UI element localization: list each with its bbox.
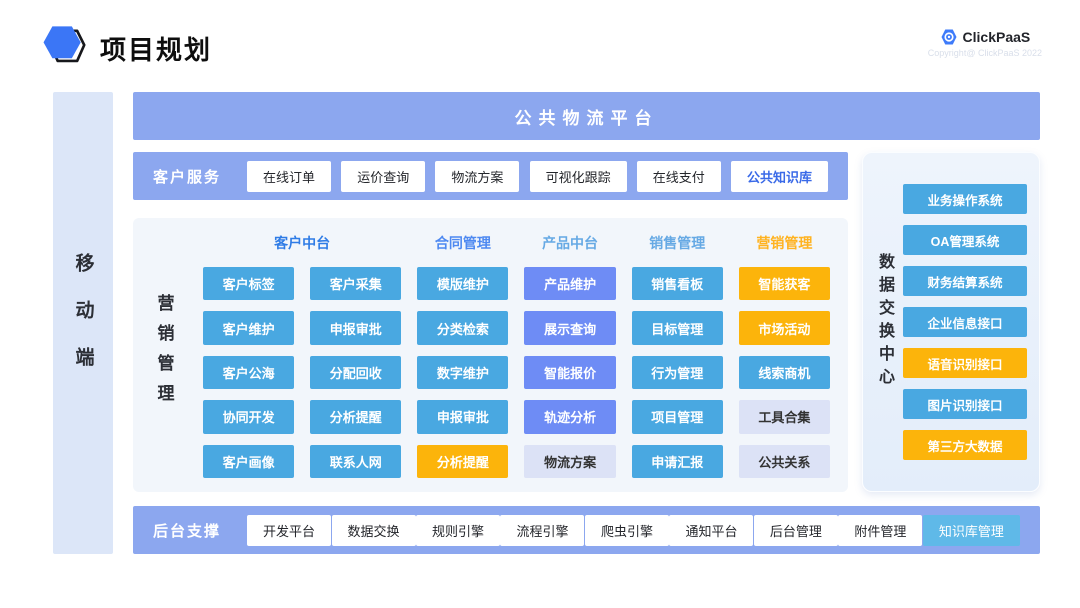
matrix-cell: 客户公海 xyxy=(203,356,294,389)
matrix-cell: 物流方案 xyxy=(524,445,615,478)
matrix-cell: 客户维护 xyxy=(203,311,294,344)
matrix-side-label: 营销管理 xyxy=(152,294,177,414)
page-header: 项目规划 ClickPaaS Copyright@ ClickPaaS 2022 xyxy=(0,0,1080,90)
diagram-body: 移动端 公共物流平台 客户服务 在线订单 运价查询 物流方案 可视化跟踪 xyxy=(53,92,1040,554)
matrix-cell: 智能获客 xyxy=(739,267,830,300)
column-header-sales-mgmt: 销售管理 xyxy=(632,230,723,256)
matrix-cell: 销售看板 xyxy=(632,267,723,300)
node-enterprise-info-api: 企业信息接口 xyxy=(903,307,1027,337)
backend-support-buttons: 开发平台 数据交换 规则引擎 流程引擎 爬虫引擎 通知平台 后台管理 附件管理 … xyxy=(247,515,1020,546)
matrix-cell: 展示查询 xyxy=(524,311,615,344)
matrix-cell: 申报审批 xyxy=(310,311,401,344)
node-visual-tracking: 可视化跟踪 xyxy=(530,161,627,192)
matrix-cell: 数字维护 xyxy=(417,356,508,389)
data-exchange-panel: 数据交换中心 业务操作系统 OA管理系统 财务结算系统 企业信息接口 语音识别接… xyxy=(862,152,1040,492)
node-process-engine: 流程引擎 xyxy=(500,515,584,546)
node-crawler-engine: 爬虫引擎 xyxy=(585,515,669,546)
left-column: 客户服务 在线订单 运价查询 物流方案 可视化跟踪 在线支付 公共知识库 xyxy=(133,152,848,492)
matrix-cell: 行为管理 xyxy=(632,356,723,389)
brand-name: ClickPaaS xyxy=(963,29,1031,45)
matrix-cell: 工具合集 xyxy=(739,400,830,433)
data-exchange-items: 业务操作系统 OA管理系统 财务结算系统 企业信息接口 语音识别接口 图片识别接… xyxy=(903,167,1027,477)
column-header-contract-mgmt: 合同管理 xyxy=(417,230,508,256)
node-notify-platform: 通知平台 xyxy=(669,515,753,546)
node-data-exchange: 数据交换 xyxy=(332,515,416,546)
capability-matrix: 营销管理 客户中台 合同管理 产品中台 销售管理 营销管理 客户标签 客户采集 … xyxy=(133,218,848,492)
node-thirdparty-bigdata: 第三方大数据 xyxy=(903,430,1027,460)
backend-support-strip: 后台支撑 开发平台 数据交换 规则引擎 流程引擎 爬虫引擎 通知平台 后台管理 … xyxy=(133,506,1040,554)
platform-banner-title: 公共物流平台 xyxy=(515,104,659,129)
column-header-customer-platform: 客户中台 xyxy=(203,230,401,256)
matrix-cell: 客户采集 xyxy=(310,267,401,300)
node-logistics-plan: 物流方案 xyxy=(435,161,519,192)
node-online-payment: 在线支付 xyxy=(637,161,721,192)
node-rule-engine: 规则引擎 xyxy=(416,515,500,546)
node-image-recog-api: 图片识别接口 xyxy=(903,389,1027,419)
matrix-cell: 轨迹分析 xyxy=(524,400,615,433)
data-exchange-label: 数据交换中心 xyxy=(872,253,896,391)
node-online-order: 在线订单 xyxy=(247,161,331,192)
customer-service-label: 客户服务 xyxy=(153,166,221,187)
node-public-knowledge: 公共知识库 xyxy=(731,161,828,192)
customer-service-buttons: 在线订单 运价查询 物流方案 可视化跟踪 在线支付 公共知识库 xyxy=(247,161,828,192)
node-business-op-system: 业务操作系统 xyxy=(903,184,1027,214)
hexagon-logo-icon xyxy=(40,22,86,68)
node-voice-recog-api: 语音识别接口 xyxy=(903,348,1027,378)
node-dev-platform: 开发平台 xyxy=(247,515,331,546)
platform-banner: 公共物流平台 xyxy=(133,92,1040,140)
mobile-rail: 移动端 xyxy=(53,92,113,554)
node-freight-query: 运价查询 xyxy=(341,161,425,192)
data-exchange-label-wrap: 数据交换中心 xyxy=(871,167,897,477)
node-backend-mgmt: 后台管理 xyxy=(754,515,838,546)
node-knowledge-mgmt: 知识库管理 xyxy=(923,515,1020,546)
clickpaas-logo-icon xyxy=(940,28,958,46)
node-oa-system: OA管理系统 xyxy=(903,225,1027,255)
matrix-cell: 客户画像 xyxy=(203,445,294,478)
matrix-cell: 联系人网 xyxy=(310,445,401,478)
column-header-marketing-mgmt: 营销管理 xyxy=(739,230,830,256)
middle-section: 客户服务 在线订单 运价查询 物流方案 可视化跟踪 在线支付 公共知识库 xyxy=(133,152,1040,492)
matrix-cell: 申报审批 xyxy=(417,400,508,433)
mobile-rail-label: 移动端 xyxy=(70,253,97,394)
matrix-cell: 市场活动 xyxy=(739,311,830,344)
matrix-cell: 分析提醒 xyxy=(417,445,508,478)
column-header-product-platform: 产品中台 xyxy=(524,230,615,256)
matrix-side-label-wrap: 营销管理 xyxy=(141,230,187,478)
matrix-cell: 协同开发 xyxy=(203,400,294,433)
backend-support-label: 后台支撑 xyxy=(153,520,221,541)
page-title: 项目规划 xyxy=(100,30,212,67)
customer-service-strip: 客户服务 在线订单 运价查询 物流方案 可视化跟踪 在线支付 公共知识库 xyxy=(133,152,848,200)
matrix-cell: 项目管理 xyxy=(632,400,723,433)
matrix-cell: 分类检索 xyxy=(417,311,508,344)
matrix-cell: 分析提醒 xyxy=(310,400,401,433)
matrix-cell: 线索商机 xyxy=(739,356,830,389)
node-finance-settlement: 财务结算系统 xyxy=(903,266,1027,296)
matrix-cell: 目标管理 xyxy=(632,311,723,344)
matrix-cell: 公共关系 xyxy=(739,445,830,478)
node-attachment-mgmt: 附件管理 xyxy=(838,515,922,546)
matrix-cell: 客户标签 xyxy=(203,267,294,300)
page: 项目规划 ClickPaaS Copyright@ ClickPaaS 2022… xyxy=(0,0,1080,608)
matrix-cell: 模版维护 xyxy=(417,267,508,300)
copyright-text: Copyright@ ClickPaaS 2022 xyxy=(928,48,1042,58)
matrix-cell: 智能报价 xyxy=(524,356,615,389)
matrix-cell: 申请汇报 xyxy=(632,445,723,478)
matrix-cell: 分配回收 xyxy=(310,356,401,389)
matrix-cell: 产品维护 xyxy=(524,267,615,300)
brand-block: ClickPaaS Copyright@ ClickPaaS 2022 xyxy=(928,28,1042,58)
diagram-content: 公共物流平台 客户服务 在线订单 运价查询 物流方案 可视化跟踪 在线支付 公共… xyxy=(133,92,1040,554)
